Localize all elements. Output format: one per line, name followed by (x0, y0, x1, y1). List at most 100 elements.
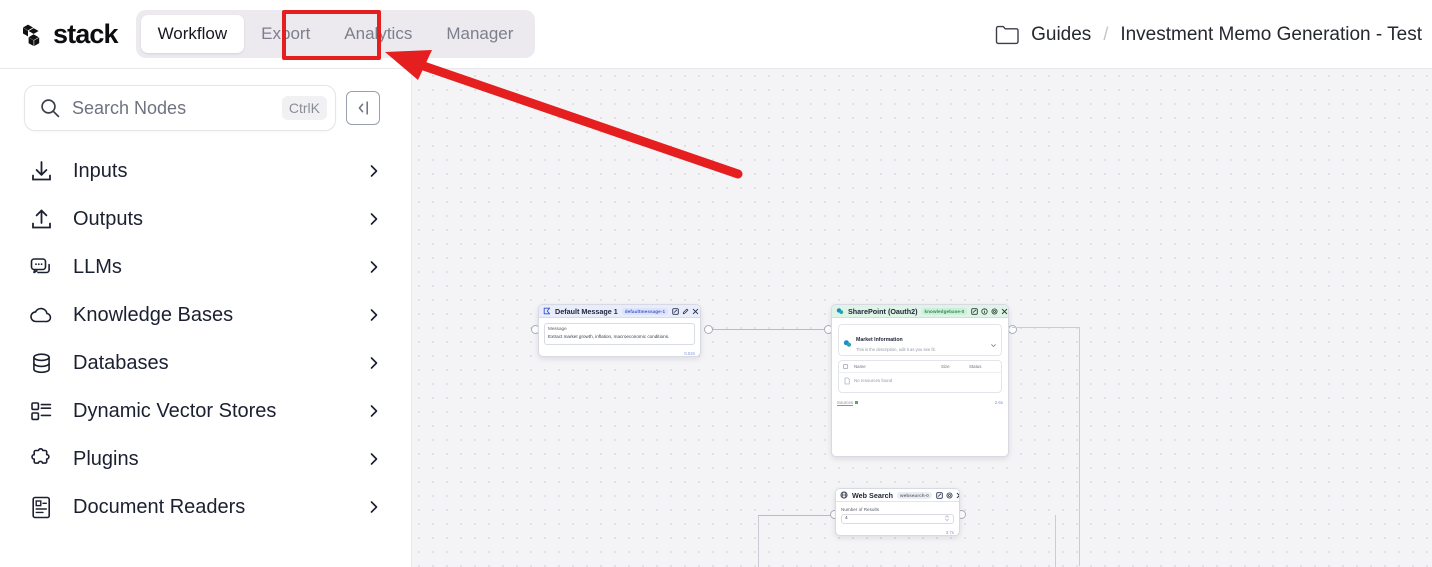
column-name: Name (854, 363, 866, 369)
sidebar-item-label: Knowledge Bases (73, 303, 234, 326)
sidebar-item-document-readers[interactable]: Document Readers (0, 483, 411, 531)
node-footer: 0.02s (539, 350, 700, 356)
sidebar-item-llms[interactable]: LLMs (0, 243, 411, 291)
chevron-right-icon (367, 164, 381, 178)
resources-table: Name Size Status No resources found (838, 359, 1002, 393)
tab-workflow[interactable]: Workflow (140, 15, 245, 53)
settings-icon[interactable] (991, 308, 998, 315)
sources-link-wrap[interactable]: Sources (837, 400, 858, 405)
select-all-checkbox[interactable] (843, 363, 848, 369)
puzzle-icon (28, 446, 55, 473)
sidebar-item-inputs[interactable]: Inputs (0, 147, 411, 195)
node-body: Message Extract market growth, inflation… (539, 318, 700, 350)
view-tabs: Workflow Export Analytics Manager (135, 10, 536, 58)
message-value: Extract market growth, inflation, macroe… (548, 334, 670, 340)
chevron-right-icon (367, 404, 381, 418)
upload-icon (28, 206, 55, 233)
edge-websearch-top (758, 515, 834, 517)
expand-icon[interactable] (936, 491, 943, 499)
node-id-badge: defaultmessage-1 (621, 307, 669, 315)
sidebar-item-label: Databases (73, 351, 169, 374)
empty-file-icon (843, 377, 851, 385)
sidebar-item-knowledge-bases[interactable]: Knowledge Bases (0, 291, 411, 339)
breadcrumb-folder[interactable]: Guides (1031, 24, 1091, 46)
results-field-label: Number of Results (841, 507, 880, 512)
node-footer: Sources 2.6s (832, 399, 1008, 408)
port-out-default-message[interactable] (704, 325, 713, 334)
sidebar-item-label: Document Readers (73, 495, 246, 518)
message-textarea[interactable]: Message Extract market growth, inflation… (544, 323, 695, 345)
empty-state-text: No resources found (854, 378, 893, 383)
chat-bubbles-icon (28, 254, 55, 281)
edit-icon[interactable] (682, 308, 689, 315)
table-header-row: Name Size Status (839, 361, 1001, 373)
list-blocks-icon (28, 398, 55, 425)
folder-icon (995, 24, 1019, 45)
chevron-right-icon (367, 212, 381, 226)
node-actions (936, 491, 959, 499)
node-id-badge: websearch-0 (897, 491, 932, 499)
node-header: Web Search websearch-0 (836, 489, 959, 502)
node-sharepoint-oauth2[interactable]: SharePoint (Oauth2) knowledgebase-0 Mark… (831, 304, 1009, 457)
breadcrumb-current[interactable]: Investment Memo Generation - Test (1120, 24, 1422, 46)
node-runtime: 2.6s (994, 399, 1003, 405)
node-title: Web Search (852, 490, 894, 500)
node-id-badge: knowledgebase-0 (921, 307, 968, 315)
search-icon (39, 97, 61, 119)
chevron-right-icon (367, 308, 381, 322)
node-category-list: Inputs Outputs LLMs Knowledge Bases Data… (0, 147, 411, 531)
kb-card-title: Market Information (856, 337, 903, 343)
tab-analytics[interactable]: Analytics (327, 15, 429, 53)
node-default-message-1[interactable]: Default Message 1 defaultmessage-1 Messa… (538, 304, 701, 357)
breadcrumb-separator: / (1103, 24, 1109, 44)
node-library-sidebar: Search Nodes CtrlK Inputs Outputs LLMs K… (0, 69, 412, 567)
stack-cube-icon (20, 21, 46, 47)
download-icon (28, 158, 55, 185)
edge-message-to-sharepoint (708, 329, 828, 331)
collapse-sidebar-button[interactable] (346, 91, 380, 125)
search-input[interactable]: Search Nodes CtrlK (24, 85, 336, 131)
node-runtime: 0.02s (684, 351, 695, 356)
number-of-results-value: 4 (845, 516, 848, 521)
empty-state-row: No resources found (839, 373, 1001, 392)
number-of-results-input[interactable]: 4 (841, 513, 954, 524)
brand-logo[interactable]: stack (20, 19, 118, 50)
tab-export[interactable]: Export (244, 15, 327, 53)
node-title: Default Message 1 (555, 306, 618, 316)
workflow-canvas[interactable]: Default Message 1 defaultmessage-1 Messa… (412, 69, 1432, 567)
status-dot (854, 400, 858, 404)
close-icon[interactable] (1001, 308, 1008, 315)
top-bar: stack Workflow Export Analytics Manager … (0, 0, 1432, 69)
sidebar-item-label: Plugins (73, 447, 139, 470)
sidebar-item-label: Dynamic Vector Stores (73, 399, 277, 422)
expand-icon[interactable] (672, 307, 679, 315)
settings-icon[interactable] (946, 492, 953, 499)
node-web-search[interactable]: Web Search websearch-0 Number of Results (835, 488, 960, 536)
expand-icon[interactable] (971, 307, 979, 315)
knowledge-base-card[interactable]: Market Information This is the descripti… (838, 324, 1002, 356)
sources-link: Sources (837, 399, 854, 405)
globe-icon (840, 491, 848, 499)
sidebar-item-databases[interactable]: Databases (0, 339, 411, 387)
sidebar-item-plugins[interactable]: Plugins (0, 435, 411, 483)
document-icon (28, 494, 55, 521)
info-icon[interactable] (981, 307, 988, 315)
search-row: Search Nodes CtrlK (0, 69, 411, 131)
chevron-right-icon (367, 356, 381, 370)
sidebar-item-outputs[interactable]: Outputs (0, 195, 411, 243)
chevron-down-icon[interactable] (990, 336, 997, 348)
chevron-right-icon (367, 452, 381, 466)
node-header: Default Message 1 defaultmessage-1 (539, 305, 700, 318)
kb-card-description: This is the description, edit it as you … (856, 346, 936, 352)
message-field-label: Message (548, 326, 567, 331)
tab-manager[interactable]: Manager (429, 15, 530, 53)
sharepoint-icon (843, 335, 852, 348)
chevron-right-icon (367, 260, 381, 274)
database-icon (28, 350, 55, 377)
node-runtime: 3.7s (945, 529, 954, 535)
close-icon[interactable] (956, 492, 959, 499)
node-actions (971, 307, 1008, 315)
close-icon[interactable] (692, 308, 699, 315)
sidebar-item-dynamic-vector-stores[interactable]: Dynamic Vector Stores (0, 387, 411, 435)
stepper-icon[interactable] (944, 514, 950, 524)
